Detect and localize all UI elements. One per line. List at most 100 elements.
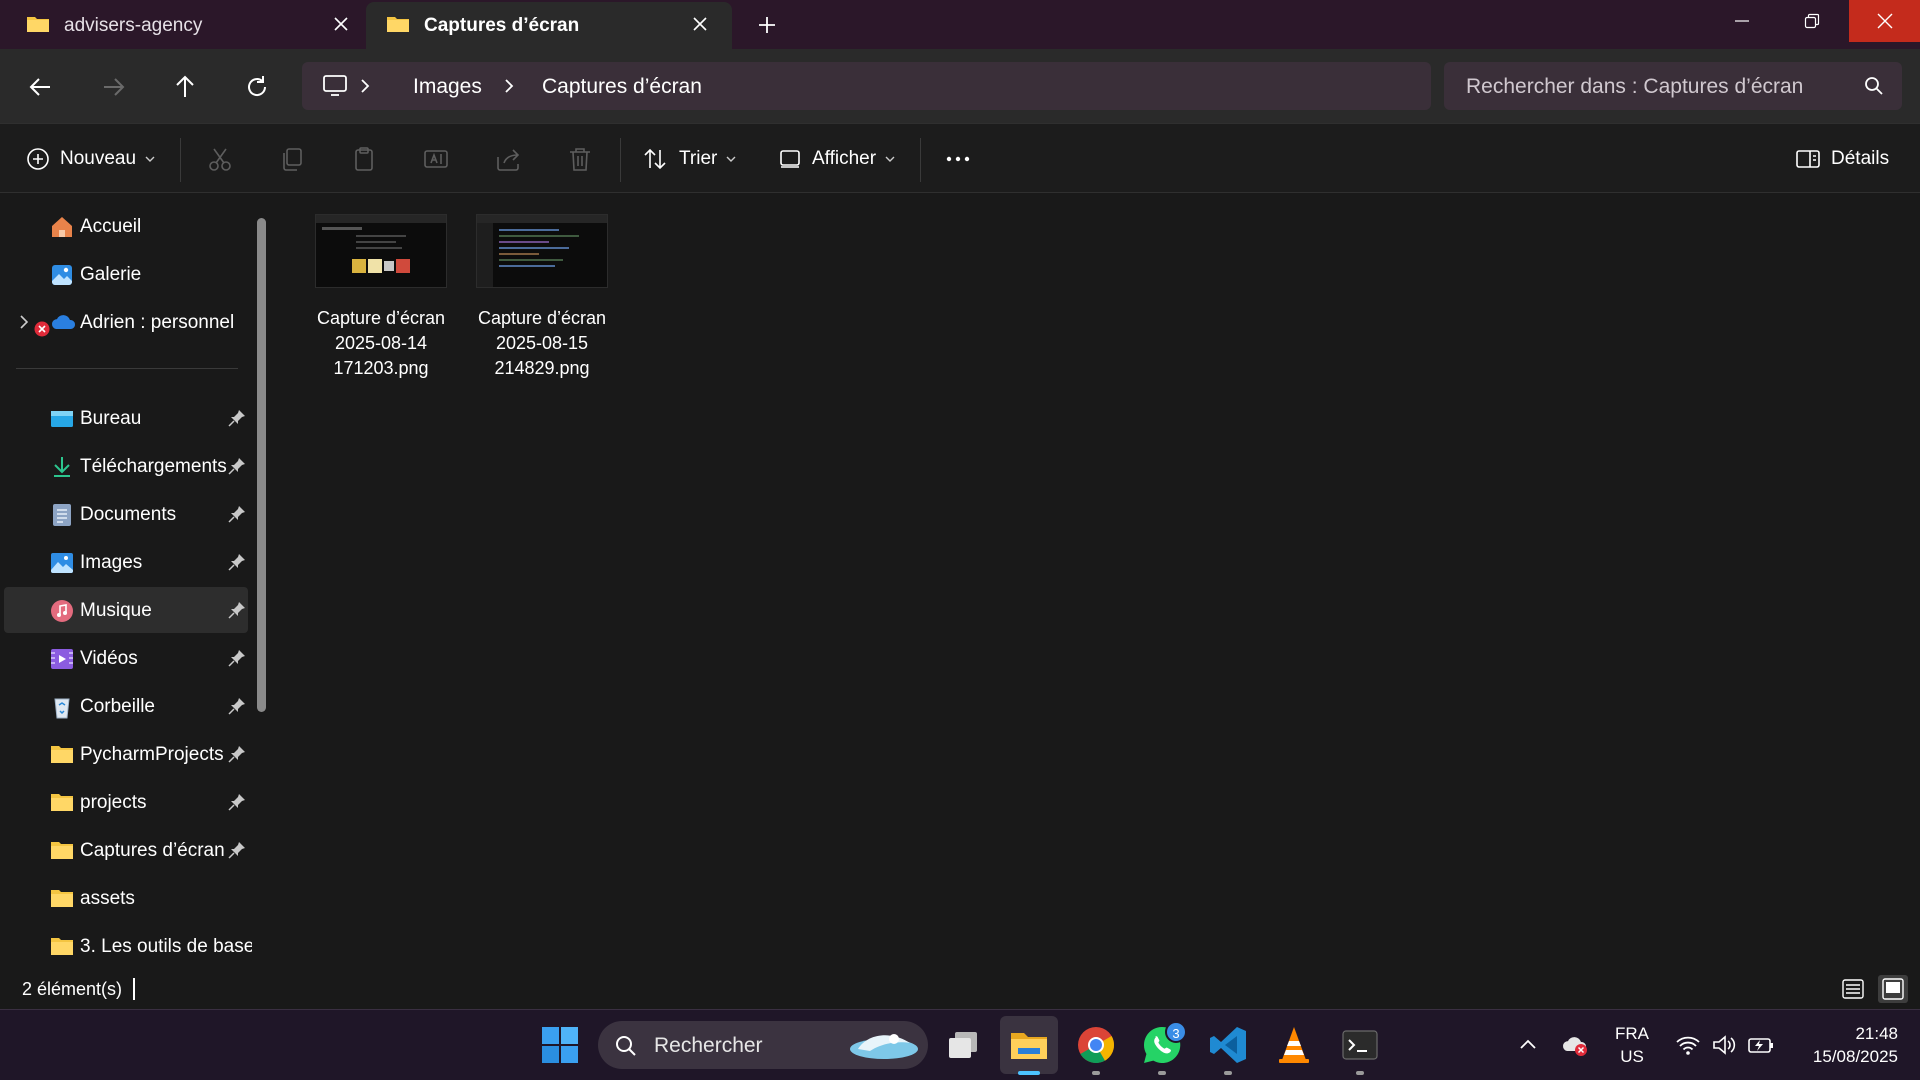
delete-icon[interactable] [566, 145, 594, 173]
sidebar-item-images[interactable]: Images [4, 539, 248, 585]
new-tab-icon[interactable] [756, 14, 778, 36]
sort-label: Trier [679, 148, 718, 169]
active-app-indicator [1018, 1071, 1040, 1075]
tab-label: Captures d’écran [424, 15, 580, 36]
sidebar-item-assets[interactable]: assets [4, 875, 248, 921]
pin-icon[interactable] [228, 553, 246, 571]
pin-icon[interactable] [228, 457, 246, 475]
file-list-pane[interactable]: Capture d’écran 2025-08-14 171203.png Ca… [279, 194, 1920, 969]
clock-date[interactable]: 15/08/2025 [1790, 1047, 1898, 1067]
wifi-icon[interactable] [1675, 1032, 1701, 1058]
pin-icon[interactable] [228, 697, 246, 715]
file-item[interactable]: Capture d’écran 2025-08-15 214829.png [472, 208, 612, 378]
search-icon [1864, 76, 1884, 96]
details-view-icon[interactable] [1838, 975, 1868, 1003]
terminal-icon[interactable] [1339, 1024, 1381, 1066]
minimize-button[interactable] [1710, 0, 1774, 42]
chrome-icon[interactable] [1075, 1024, 1117, 1066]
sidebar-item-onedrive[interactable]: Adrien : personnel [4, 299, 248, 345]
sidebar-item-bureau[interactable]: Bureau [4, 395, 248, 441]
file-explorer-icon[interactable] [1008, 1024, 1050, 1066]
sidebar-item-outils-de-base[interactable]: 3. Les outils de base e [4, 923, 252, 969]
download-icon [50, 455, 74, 479]
pin-icon[interactable] [228, 649, 246, 667]
refresh-icon[interactable] [243, 73, 271, 101]
sidebar-item-label: Téléchargements [80, 456, 227, 477]
pin-icon[interactable] [228, 601, 246, 619]
vlc-icon[interactable] [1273, 1024, 1315, 1066]
forward-arrow-icon[interactable] [99, 73, 127, 101]
sidebar-scrollbar[interactable] [257, 218, 266, 712]
chevron-right-icon [358, 77, 372, 95]
new-label: Nouveau [60, 148, 137, 169]
sidebar-item-pycharmprojects[interactable]: PycharmProjects [4, 731, 248, 777]
separator [620, 138, 621, 182]
breadcrumb-images[interactable]: Images [413, 75, 482, 99]
address-bar[interactable]: Images Captures d’écran [302, 62, 1431, 110]
sidebar-item-galerie[interactable]: Galerie [4, 251, 248, 297]
close-tab-icon[interactable] [690, 14, 710, 34]
onedrive-error-icon[interactable] [1561, 1032, 1587, 1058]
running-app-indicator [1224, 1071, 1232, 1075]
tab-captures-ecran[interactable]: Captures d’écran [366, 2, 732, 49]
share-icon[interactable] [494, 145, 522, 173]
back-arrow-icon[interactable] [27, 73, 55, 101]
more-options-icon[interactable] [944, 145, 972, 173]
sort-button[interactable]: Trier [643, 144, 737, 174]
close-tab-icon[interactable] [331, 14, 351, 34]
sidebar-item-captures-ecran[interactable]: Captures d’écran [4, 827, 248, 873]
windows-start-icon[interactable] [539, 1024, 581, 1066]
sidebar-item-musique[interactable]: Musique [4, 587, 248, 633]
cut-icon[interactable] [206, 145, 234, 173]
large-icons-view-icon[interactable] [1878, 975, 1908, 1003]
folder-icon [26, 14, 50, 34]
separator [180, 138, 181, 182]
restore-icon [1804, 13, 1820, 29]
details-button[interactable]: Détails [1795, 144, 1889, 174]
chevron-right-icon [502, 77, 516, 95]
pin-icon[interactable] [228, 841, 246, 859]
search-input[interactable]: Rechercher dans : Captures d’écran [1444, 62, 1902, 110]
task-view-icon[interactable] [942, 1024, 984, 1066]
copy-icon[interactable] [278, 145, 306, 173]
new-button[interactable]: Nouveau [26, 144, 156, 174]
home-icon [50, 215, 74, 239]
up-arrow-icon[interactable] [171, 73, 199, 101]
sidebar-item-label: Vidéos [80, 648, 138, 669]
sidebar-item-label: Accueil [80, 216, 142, 237]
view-button[interactable]: Afficher [778, 144, 896, 174]
rename-icon[interactable] [422, 145, 450, 173]
tab-advisers-agency[interactable]: advisers-agency [0, 0, 366, 49]
pin-icon[interactable] [228, 409, 246, 427]
paste-icon[interactable] [350, 145, 378, 173]
sidebar-item-videos[interactable]: Vidéos [4, 635, 248, 681]
file-name: Capture d’écran 2025-08-14 171203.png [311, 306, 451, 381]
keyboard-layout-indicator[interactable]: US [1614, 1047, 1650, 1067]
breadcrumb-current[interactable]: Captures d’écran [542, 75, 702, 99]
sidebar-item-documents[interactable]: Documents [4, 491, 248, 537]
file-name-line: Capture d’écran [316, 308, 446, 328]
file-item[interactable]: Capture d’écran 2025-08-14 171203.png [311, 208, 451, 378]
language-indicator[interactable]: FRA [1614, 1024, 1650, 1044]
sidebar-item-corbeille[interactable]: Corbeille [4, 683, 248, 729]
chevron-up-icon[interactable] [1515, 1032, 1541, 1058]
text-caret [133, 978, 135, 1000]
sidebar-item-label: PycharmProjects [80, 744, 224, 765]
sidebar-item-accueil[interactable]: Accueil [4, 203, 248, 249]
pin-icon[interactable] [228, 745, 246, 763]
pin-icon[interactable] [228, 793, 246, 811]
pin-icon[interactable] [228, 505, 246, 523]
volume-icon[interactable] [1711, 1032, 1737, 1058]
clock-time[interactable]: 21:48 [1820, 1024, 1898, 1044]
folder-icon [386, 14, 410, 34]
restore-button[interactable] [1780, 0, 1844, 42]
battery-charging-icon[interactable] [1747, 1032, 1773, 1058]
vscode-icon[interactable] [1207, 1024, 1249, 1066]
chevron-down-icon [885, 156, 895, 162]
taskbar-search-box[interactable]: Rechercher [598, 1021, 928, 1069]
taskbar: Rechercher 3 FRA US 21:48 15/08/2025 [0, 1009, 1920, 1080]
close-window-button[interactable] [1849, 0, 1920, 42]
title-bar: advisers-agency Captures d’écran [0, 0, 1920, 49]
sidebar-item-telechargements[interactable]: Téléchargements [4, 443, 248, 489]
sidebar-item-projects[interactable]: projects [4, 779, 248, 825]
